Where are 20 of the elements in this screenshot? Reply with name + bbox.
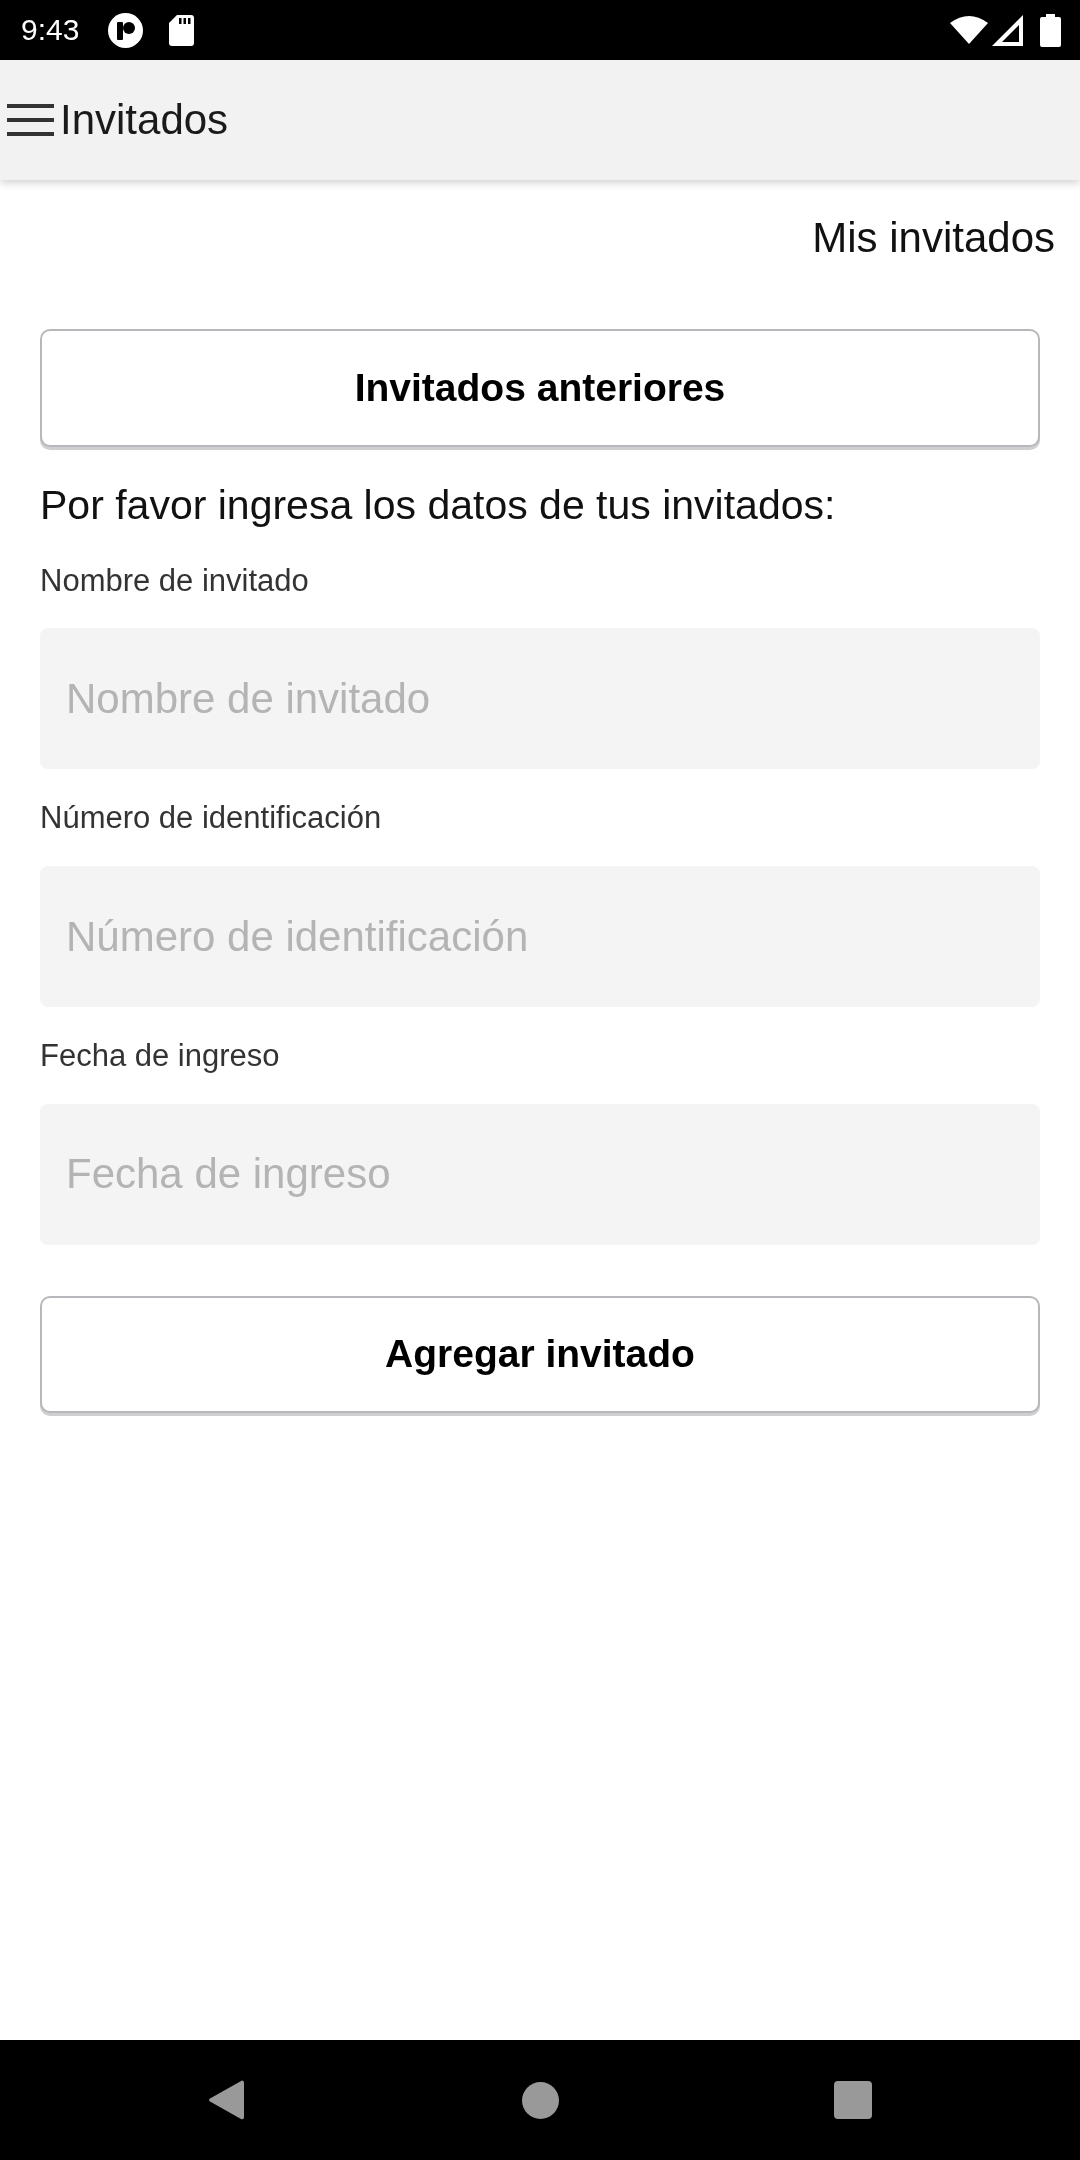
input-field[interactable]: Fecha de ingreso [40,1103,1040,1245]
app-logo-icon [108,12,144,48]
wifi-icon [950,16,988,44]
input-field[interactable]: Número de identificación [40,866,1040,1008]
signal-icon [992,14,1023,46]
status-time: 9:43 [21,15,80,45]
add-guest-button[interactable]: Agregar invitado [40,1295,1040,1413]
battery-icon [1040,13,1061,47]
instructions-text: Por favor ingresa los datos de tus invitados: [40,481,837,531]
my-guests-link[interactable]: Mis invitados [812,213,1055,264]
input-field[interactable]: Nombre de invitado [40,628,1040,770]
field-label: Fecha de ingreso [40,1037,281,1076]
app-bar-title: Invitados [60,94,229,145]
field-label: Nombre de invitado [40,561,310,600]
previous-guests-button[interactable]: Invitados anteriores [40,329,1040,448]
sd-card-icon [169,14,195,46]
field-label: Número de identificación [40,799,383,838]
home-icon[interactable] [522,2081,559,2119]
back-icon[interactable] [208,2080,244,2120]
menu-icon[interactable] [7,104,54,136]
